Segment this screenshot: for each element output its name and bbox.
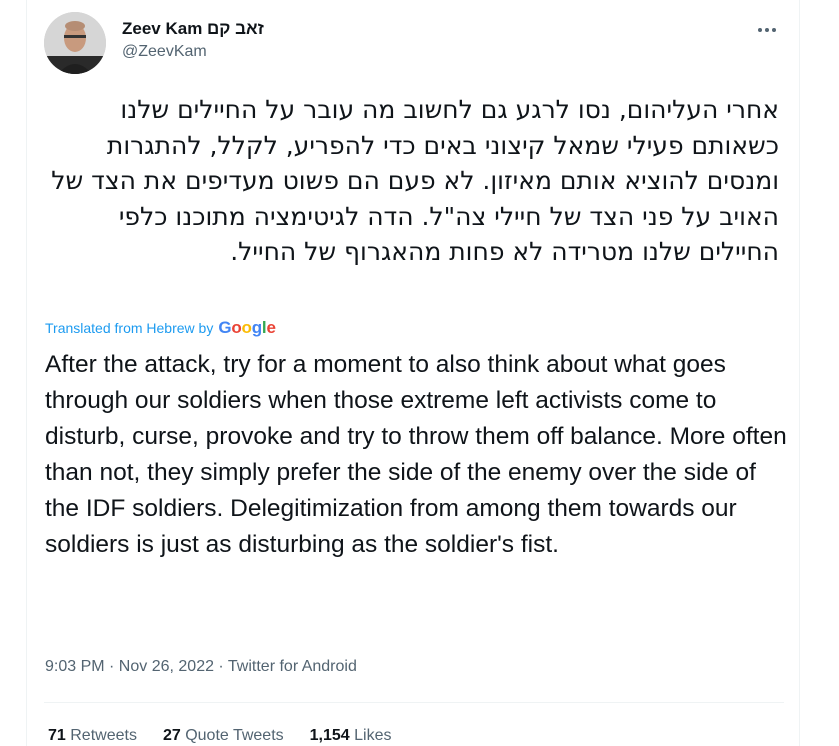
tweet-stats: 71 Retweets 27 Quote Tweets 1,154 Likes xyxy=(48,727,392,745)
tweet-original-text: אחרי העליהום, נסו לרגע גם לחשוב מה עובר … xyxy=(51,95,779,266)
author-handle[interactable]: @ZeevKam xyxy=(122,41,264,63)
quote-tweets-stat[interactable]: 27 Quote Tweets xyxy=(163,727,284,745)
tweet-header: Zeev Kam זאב קם @ZeevKam xyxy=(44,12,784,74)
quote-tweets-label: Quote Tweets xyxy=(185,727,284,744)
author-display-name[interactable]: Zeev Kam זאב קם xyxy=(122,18,264,40)
retweets-count: 71 xyxy=(48,727,66,744)
translation-attribution[interactable]: Translated from Hebrew by Google xyxy=(45,318,276,338)
likes-label: Likes xyxy=(354,727,392,744)
timeline-border-left xyxy=(26,0,27,746)
likes-stat[interactable]: 1,154 Likes xyxy=(310,727,392,745)
translated-label: Translated from Hebrew by xyxy=(45,320,214,336)
more-options-icon[interactable] xyxy=(750,16,784,44)
avatar[interactable] xyxy=(44,12,106,74)
google-logo: Google xyxy=(218,318,276,337)
likes-count: 1,154 xyxy=(309,727,350,744)
quote-tweets-count: 27 xyxy=(162,727,181,744)
timeline-border-right xyxy=(799,0,800,746)
retweets-label: Retweets xyxy=(70,727,137,744)
divider xyxy=(44,702,784,703)
tweet-timestamp-source[interactable]: 9:03 PM · Nov 26, 2022 · Twitter for And… xyxy=(45,658,357,676)
tweet-translated-text: After the attack, try for a moment to al… xyxy=(45,351,787,558)
retweets-stat[interactable]: 71 Retweets xyxy=(48,727,137,745)
